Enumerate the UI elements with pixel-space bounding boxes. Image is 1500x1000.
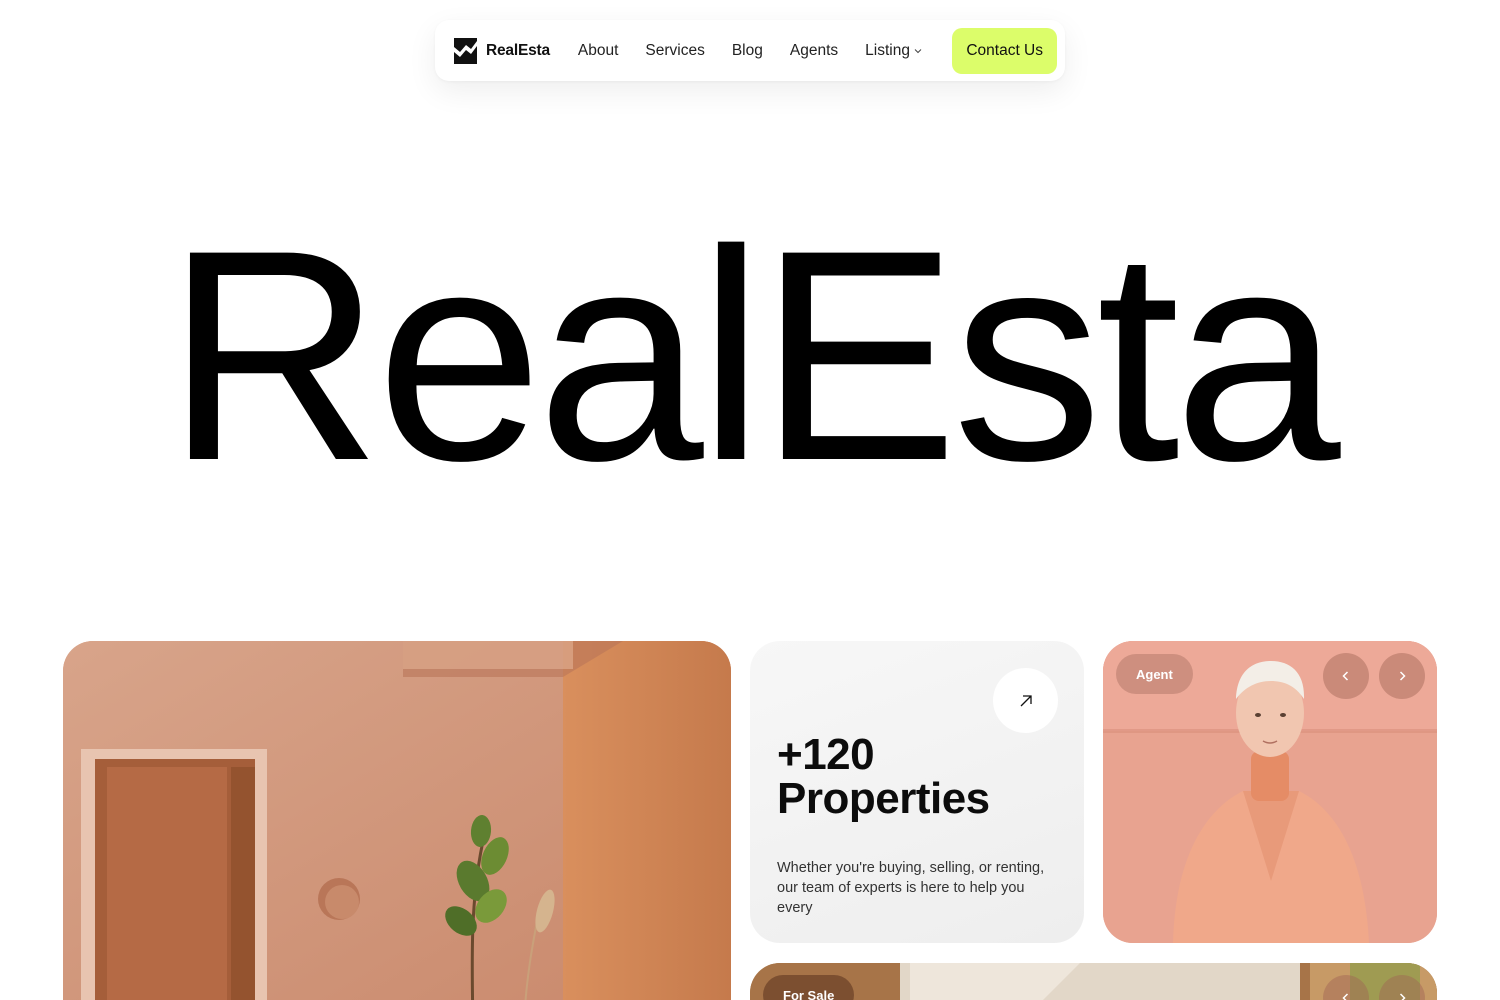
- chevron-left-icon: [1342, 993, 1349, 1000]
- house-facade-image: [63, 641, 731, 1000]
- brand-name: RealEsta: [486, 41, 550, 59]
- for-sale-badge: For Sale: [763, 975, 855, 1000]
- agent-card[interactable]: Agent: [1103, 641, 1437, 943]
- for-sale-card[interactable]: For Sale: [750, 963, 1437, 1000]
- house-image-card[interactable]: [63, 641, 731, 1000]
- chevron-right-icon: [1399, 993, 1406, 1000]
- nav-links: About Services Blog Agents Listing: [578, 42, 952, 60]
- chevron-left-icon: [1342, 671, 1349, 681]
- hero-title: RealEsta: [165, 187, 1340, 523]
- nav-link-blog[interactable]: Blog: [732, 42, 763, 60]
- properties-link-button[interactable]: [993, 668, 1058, 733]
- top-navigation: RealEsta About Services Blog Agents List…: [435, 20, 1065, 81]
- chevron-right-icon: [1399, 671, 1406, 681]
- nav-link-agents[interactable]: Agents: [790, 42, 838, 60]
- nav-link-about[interactable]: About: [578, 42, 619, 60]
- properties-stats-card: +120 Properties Whether you're buying, s…: [750, 641, 1084, 943]
- nav-link-services[interactable]: Services: [645, 42, 704, 60]
- properties-label: Properties: [777, 774, 990, 823]
- arrow-up-right-icon: [1020, 694, 1032, 706]
- agent-next-button[interactable]: [1379, 653, 1425, 699]
- properties-count: +120: [777, 730, 875, 779]
- nav-link-listing-label: Listing: [865, 41, 910, 59]
- nav-link-listing[interactable]: Listing: [865, 42, 922, 60]
- chevron-down-icon: [914, 48, 922, 53]
- properties-description: Whether you're buying, selling, or renti…: [777, 860, 1045, 916]
- brand-link[interactable]: RealEsta: [454, 37, 550, 64]
- agent-badge: Agent: [1116, 654, 1193, 694]
- agent-prev-button[interactable]: [1323, 653, 1369, 699]
- contact-us-button[interactable]: Contact Us: [952, 27, 1057, 74]
- brand-logo-icon: [454, 37, 477, 64]
